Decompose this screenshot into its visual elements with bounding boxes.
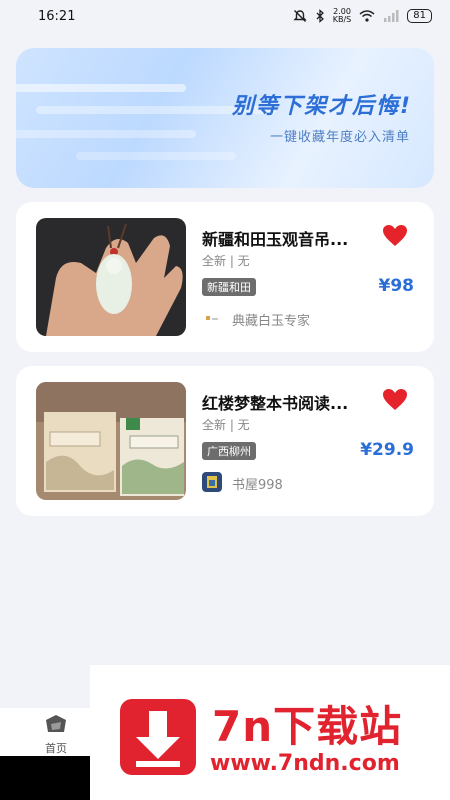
seller-name[interactable]: 典藏白玉专家 [232, 310, 310, 329]
status-bar: 16:21 2.00 KB/S 81 [0, 0, 450, 32]
product-card[interactable]: 新疆和田玉观音吊... 全新 | 无 新疆和田 ¥98 典藏白玉专家 [16, 202, 434, 352]
location-tag: 新疆和田 [202, 278, 256, 296]
product-price: ¥29.9 [360, 440, 414, 460]
product-condition: 全新 | 无 [202, 418, 250, 432]
nav-tab-home[interactable]: 首页 [30, 714, 82, 756]
watermark-title: 7n下载站 [212, 702, 403, 751]
favorite-heart-icon[interactable] [382, 224, 408, 248]
product-image-books[interactable] [36, 382, 186, 500]
product-image-jade-pendant[interactable] [36, 218, 186, 336]
seller-avatar[interactable] [202, 472, 222, 492]
watermark-url: www.7ndn.com [210, 751, 400, 776]
home-icon [46, 715, 66, 732]
wifi-icon [359, 10, 375, 22]
bluetooth-icon [316, 9, 324, 23]
product-title[interactable]: 新疆和田玉观音吊... [202, 226, 374, 250]
product-title[interactable]: 红楼梦整本书阅读... [202, 390, 374, 414]
banner-subtitle: 一键收藏年度必入清单 [269, 130, 410, 145]
banner-streak [76, 152, 236, 160]
net-speed: 2.00 KB/S [333, 8, 352, 24]
seller-name[interactable]: 书屋998 [232, 474, 283, 493]
product-card[interactable]: 红楼梦整本书阅读... 全新 | 无 广西柳州 ¥29.9 书屋998 [16, 366, 434, 516]
mute-icon [293, 10, 307, 22]
location-tag: 广西柳州 [202, 442, 256, 460]
net-speed-unit: KB/S [332, 15, 352, 24]
promo-banner[interactable]: 别等下架才后悔! 一键收藏年度必入清单 [16, 48, 434, 188]
battery-indicator: 81 [407, 9, 432, 23]
banner-streak [16, 130, 196, 138]
status-icons: 2.00 KB/S 81 [293, 8, 432, 24]
banner-streak [16, 84, 186, 92]
signal-icon [384, 10, 399, 22]
status-time: 16:21 [38, 8, 76, 24]
product-condition: 全新 | 无 [202, 254, 250, 268]
seller-avatar[interactable] [202, 308, 222, 328]
download-arrow-icon [120, 699, 196, 775]
product-price: ¥98 [378, 276, 415, 296]
site-watermark: 7n下载站 www.7ndn.com [90, 665, 450, 800]
banner-title: 别等下架才后悔! [231, 94, 412, 119]
favorite-heart-icon[interactable] [382, 388, 408, 412]
nav-home-label: 首页 [45, 742, 67, 755]
